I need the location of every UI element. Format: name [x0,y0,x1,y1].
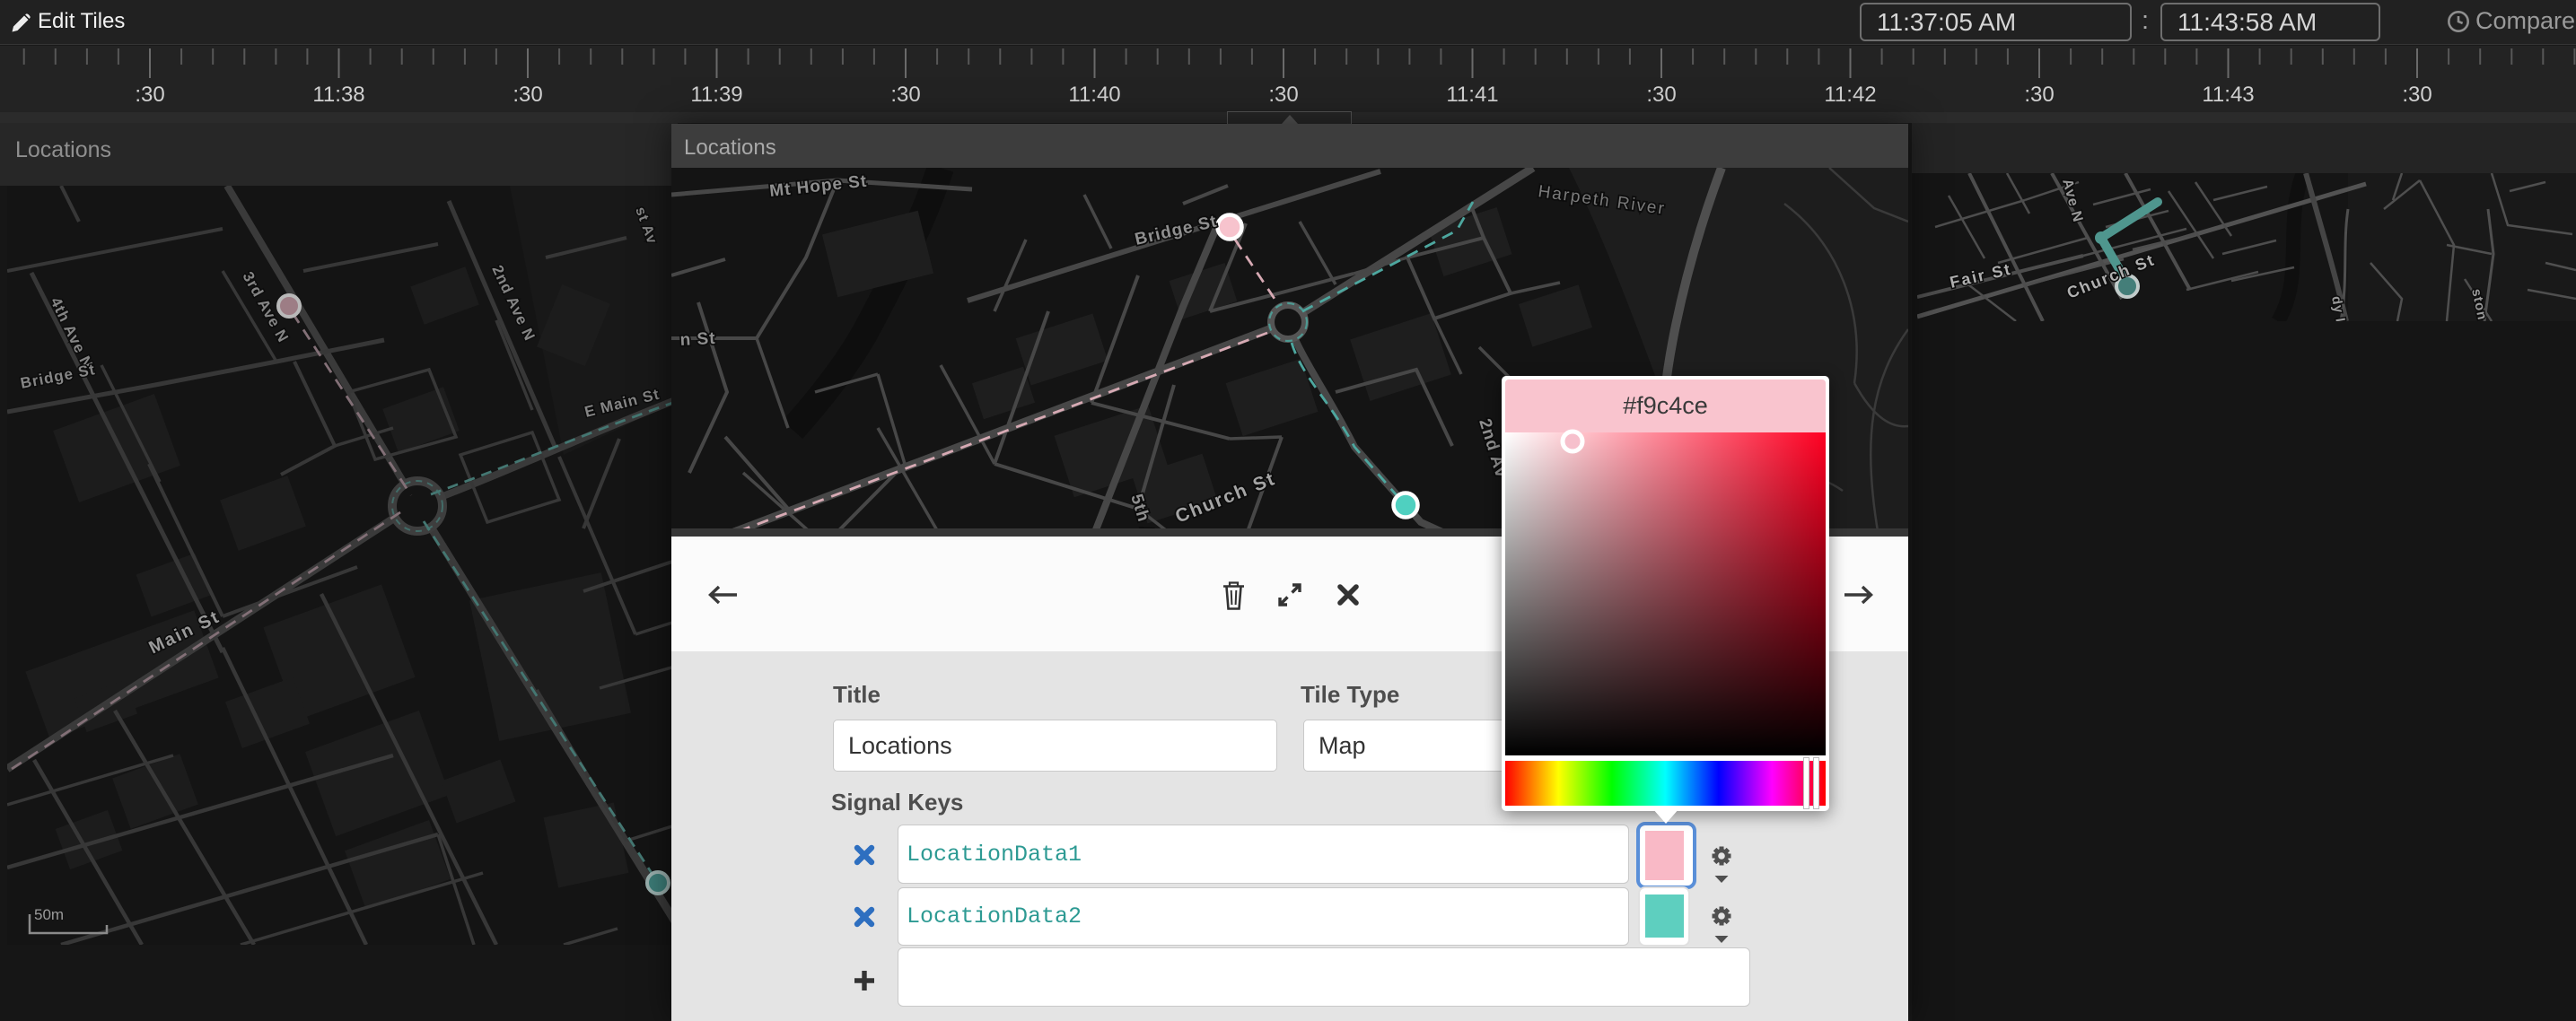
svg-text:11:41: 11:41 [1446,83,1498,107]
svg-text::30: :30 [2402,83,2431,107]
svg-text:11:40: 11:40 [1068,83,1120,107]
svg-text::30: :30 [2024,83,2054,107]
svg-text::30: :30 [890,83,920,107]
svg-text::30: :30 [1268,83,1298,107]
svg-text::30: :30 [135,83,164,107]
svg-text:n St: n St [679,329,716,350]
svg-text:11:42: 11:42 [1824,83,1876,107]
svg-text:11:43: 11:43 [2202,83,2254,107]
svg-text:11:39: 11:39 [690,83,742,107]
svg-text:50m: 50m [34,906,64,923]
svg-text::30: :30 [1646,83,1676,107]
svg-text::30: :30 [513,83,542,107]
svg-text:11:38: 11:38 [312,83,364,107]
